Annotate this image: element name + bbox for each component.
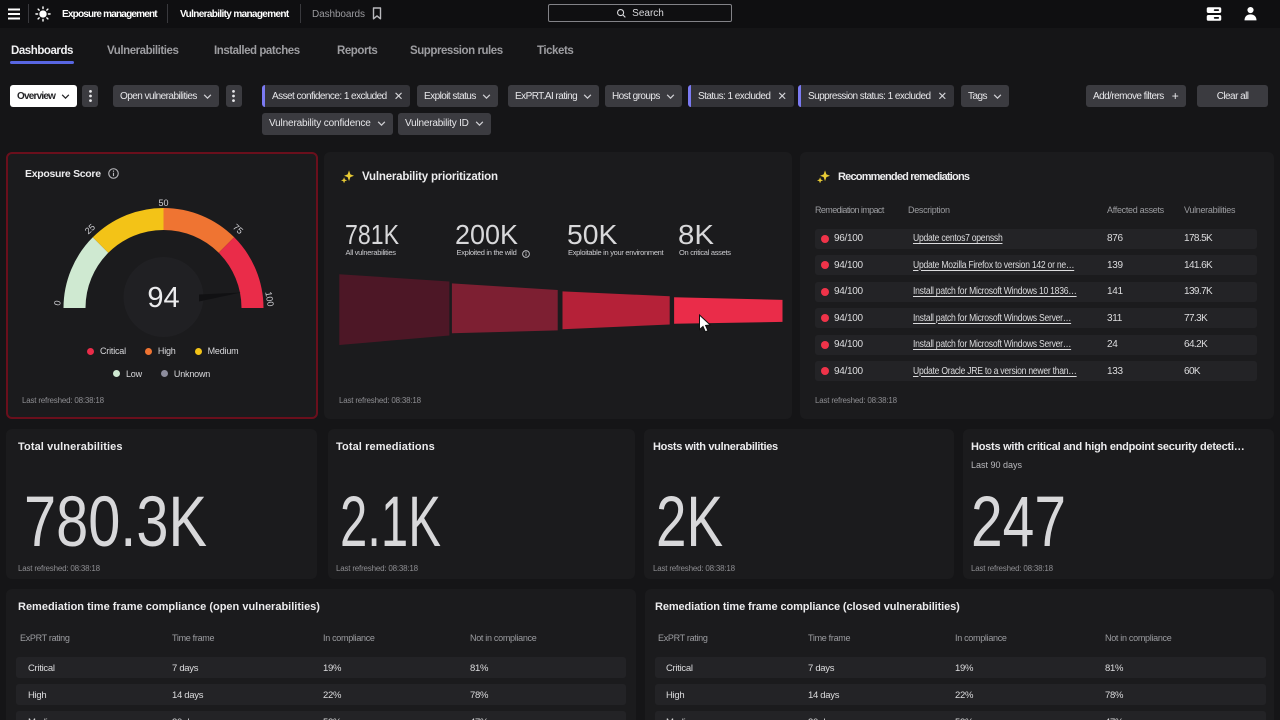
svg-text:0: 0 bbox=[52, 300, 63, 307]
svg-text:94: 94 bbox=[147, 282, 179, 314]
svg-text:50: 50 bbox=[158, 198, 168, 208]
svg-text:75: 75 bbox=[231, 222, 245, 236]
svg-text:25: 25 bbox=[83, 222, 97, 236]
svg-text:100: 100 bbox=[263, 291, 275, 308]
